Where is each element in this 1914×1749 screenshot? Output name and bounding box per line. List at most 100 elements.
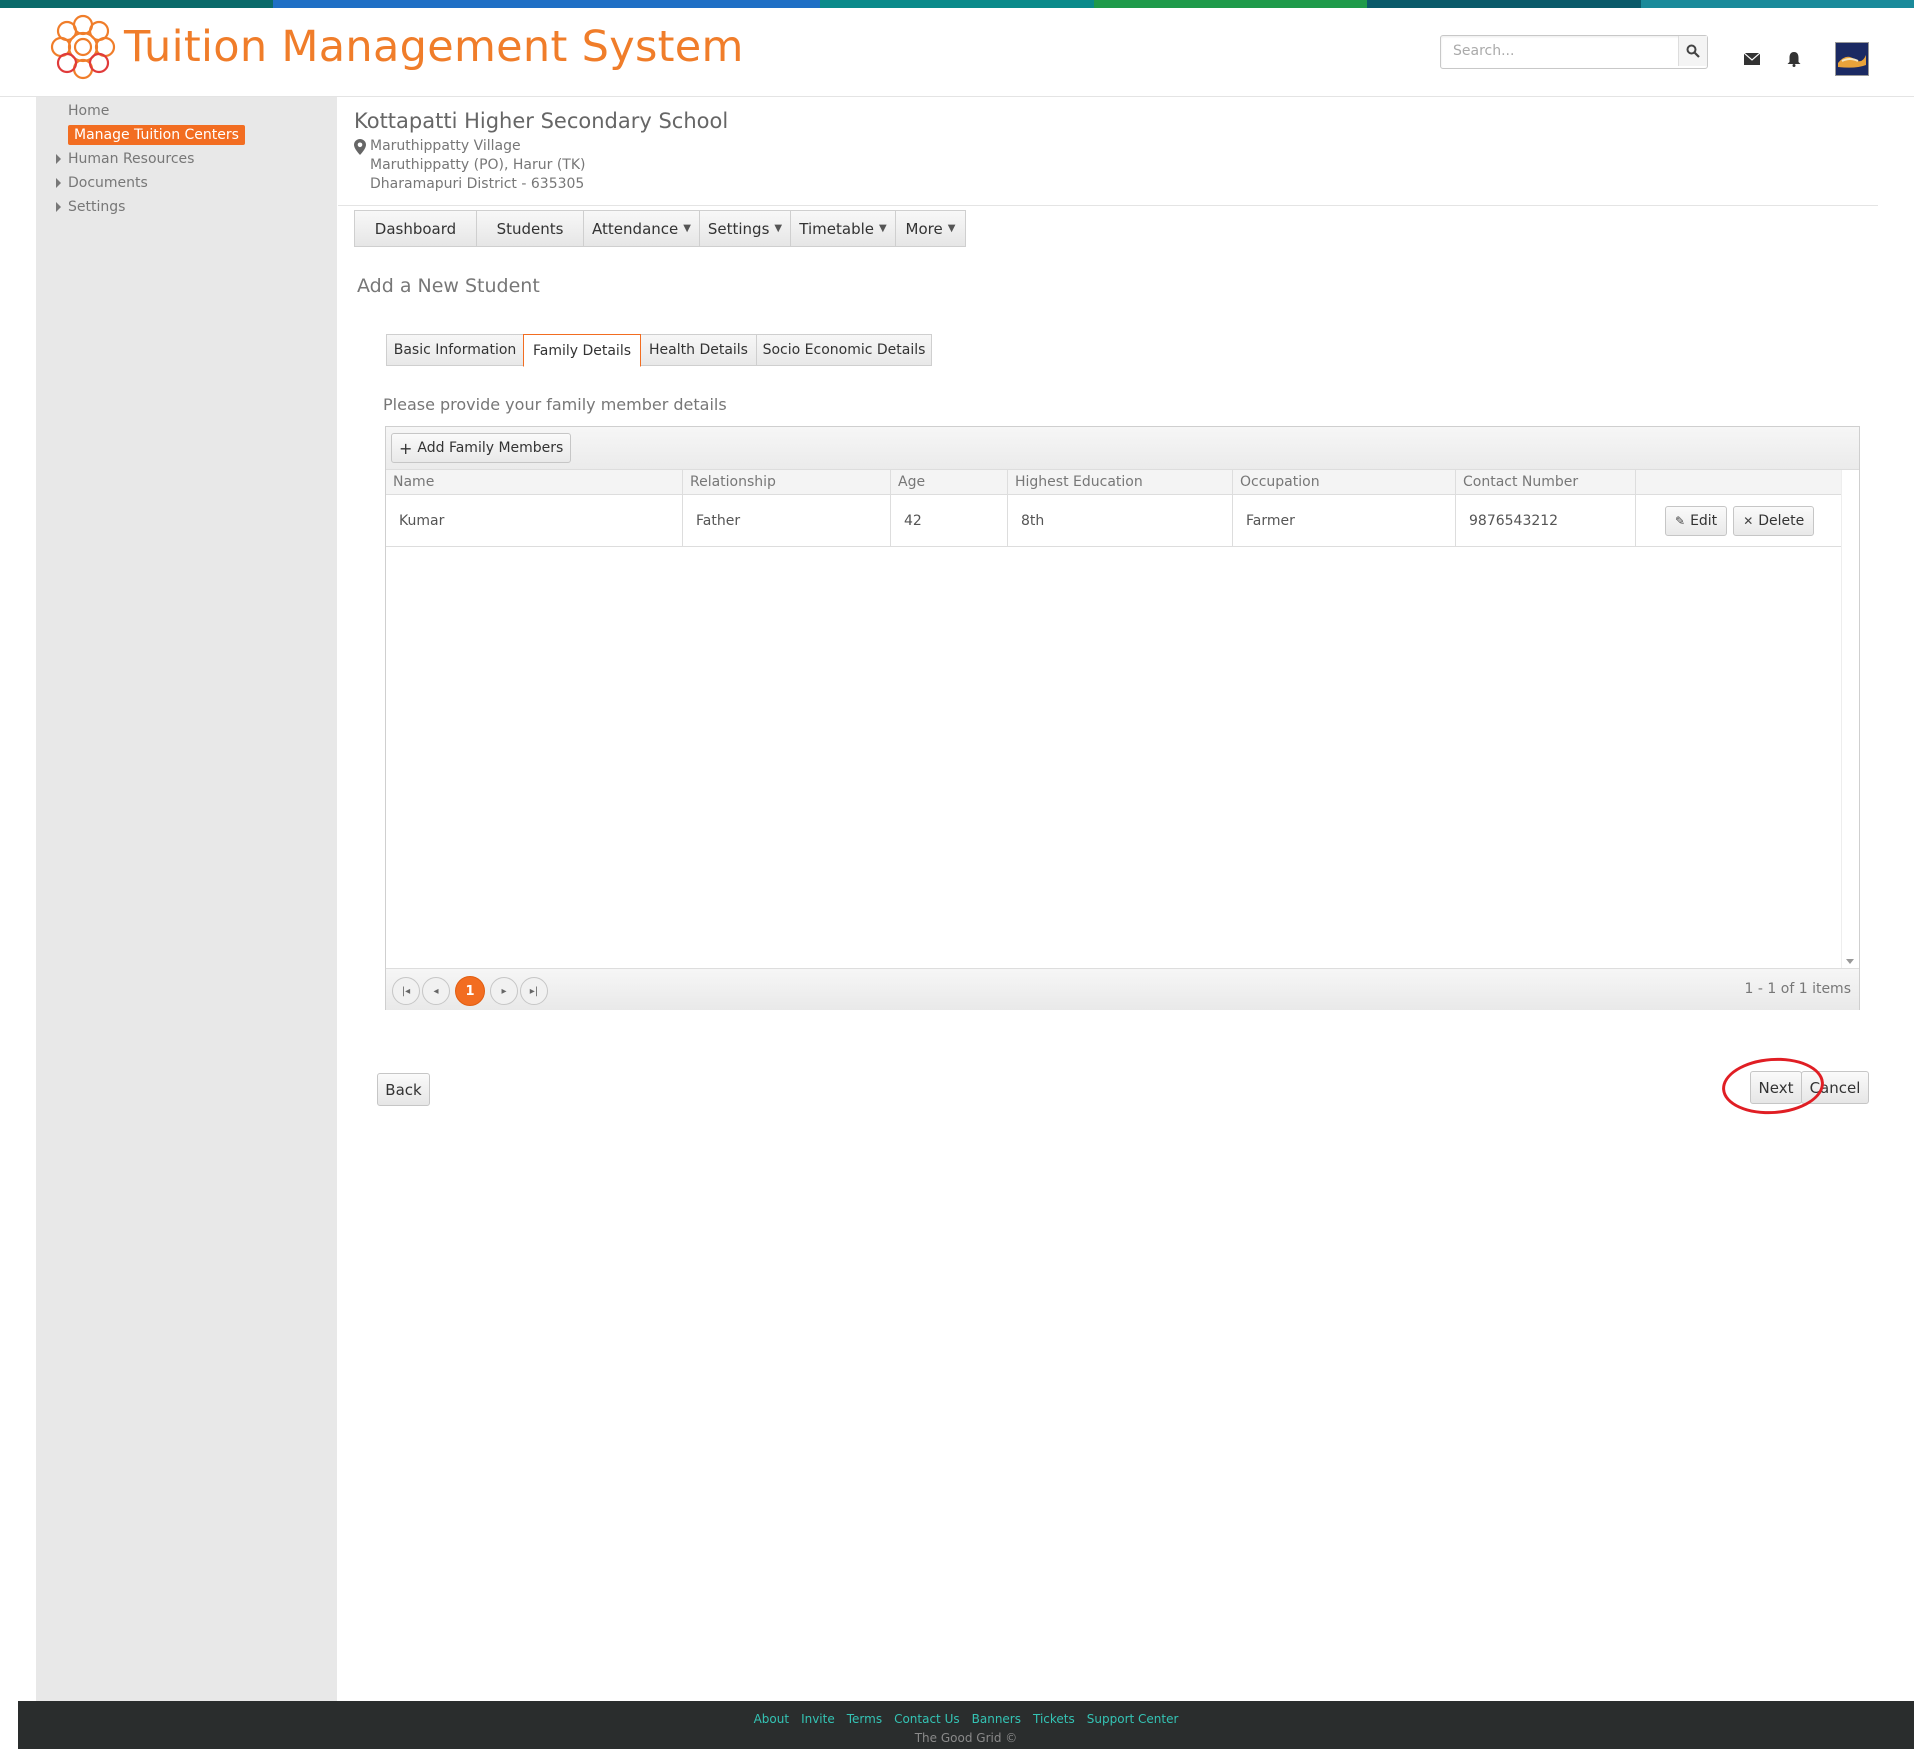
- prev-page-icon: ◂: [433, 985, 439, 997]
- family-members-grid: + Add Family Members Name Relationship A…: [385, 426, 1860, 1010]
- search-button[interactable]: [1678, 36, 1707, 66]
- prev-page-button[interactable]: ◂: [422, 977, 450, 1005]
- flower-logo-icon: [50, 14, 116, 80]
- menu-label: Attendance: [592, 219, 679, 238]
- menu-settings[interactable]: Settings ▼: [700, 211, 791, 246]
- last-page-icon: ▸|: [529, 985, 539, 997]
- menu-more[interactable]: More ▼: [896, 211, 965, 246]
- dropdown-arrow-icon: ▼: [774, 223, 783, 234]
- tab-basic-information[interactable]: Basic Information: [386, 334, 524, 366]
- edit-button[interactable]: ✎ Edit: [1665, 505, 1728, 536]
- footer: About Invite Terms Contact Us Banners Ti…: [18, 1701, 1914, 1749]
- menu-label: Settings: [707, 219, 770, 238]
- menu-timetable[interactable]: Timetable ▼: [791, 211, 896, 246]
- tab-socio-economic-details[interactable]: Socio Economic Details: [756, 334, 932, 366]
- delete-button[interactable]: ✕ Delete: [1733, 505, 1815, 536]
- next-page-icon: ▸: [501, 985, 507, 997]
- cell-occupation: Farmer: [1233, 495, 1456, 546]
- footer-links: About Invite Terms Contact Us Banners Ti…: [18, 1712, 1914, 1726]
- delete-label: Delete: [1758, 512, 1805, 529]
- footer-link-banners[interactable]: Banners: [972, 1712, 1021, 1726]
- column-header-occupation[interactable]: Occupation: [1233, 470, 1456, 494]
- first-page-icon: |◂: [401, 985, 411, 997]
- menu-label: Timetable: [799, 219, 874, 238]
- logo[interactable]: Tuition Management System: [46, 10, 744, 84]
- sidebar: Home Manage Tuition Centers Human Resour…: [36, 97, 337, 1701]
- cell-contact-number: 9876543212: [1456, 495, 1636, 546]
- footer-link-invite[interactable]: Invite: [801, 1712, 835, 1726]
- footer-link-contact-us[interactable]: Contact Us: [894, 1712, 960, 1726]
- column-header-actions: [1636, 470, 1841, 494]
- address-line-2: Maruthippatty (PO), Harur (TK): [370, 157, 586, 173]
- footer-link-tickets[interactable]: Tickets: [1033, 1712, 1075, 1726]
- sidebar-item-label: Documents: [68, 175, 148, 191]
- grid-header: Name Relationship Age Highest Education …: [386, 470, 1841, 495]
- add-family-members-button[interactable]: + Add Family Members: [391, 433, 572, 463]
- sidebar-item-manage-tuition-centers[interactable]: Manage Tuition Centers: [68, 125, 245, 145]
- address-line-3: Dharamapuri District - 635305: [370, 176, 585, 192]
- notifications-button[interactable]: [1783, 48, 1805, 70]
- menu-label: More: [905, 219, 943, 238]
- cell-highest-education: 8th: [1008, 495, 1233, 546]
- grid-toolbar: + Add Family Members: [386, 427, 1859, 470]
- plus-icon: +: [399, 438, 413, 458]
- map-pin-icon: [354, 139, 366, 155]
- footer-copyright: The Good Grid ©: [914, 1731, 1018, 1745]
- add-button-label: Add Family Members: [417, 440, 564, 456]
- dropdown-arrow-icon: ▼: [683, 223, 691, 234]
- last-page-button[interactable]: ▸|: [520, 977, 548, 1005]
- column-header-age[interactable]: Age: [891, 470, 1008, 494]
- address-line-1: Maruthippatty Village: [370, 138, 521, 154]
- sidebar-item-documents[interactable]: Documents: [56, 175, 148, 191]
- grid-pager: |◂ ◂ 1 ▸ ▸| 1 - 1 of 1 items: [386, 968, 1859, 1010]
- user-avatar[interactable]: [1835, 42, 1869, 76]
- section-instructions: Please provide your family member detail…: [383, 395, 727, 414]
- search-icon: [1686, 44, 1700, 58]
- first-page-button[interactable]: |◂: [392, 977, 420, 1005]
- menu-students[interactable]: Students: [477, 211, 584, 246]
- app-header: Tuition Management System: [0, 8, 1914, 97]
- column-header-contact-number[interactable]: Contact Number: [1456, 470, 1636, 494]
- footer-link-terms[interactable]: Terms: [847, 1712, 882, 1726]
- tab-family-details[interactable]: Family Details: [523, 334, 641, 367]
- caret-right-icon: [56, 154, 61, 164]
- sidebar-item-home[interactable]: Home: [68, 103, 109, 119]
- back-button[interactable]: Back: [377, 1073, 430, 1106]
- table-row[interactable]: Kumar Father 42 8th Farmer 9876543212 ✎ …: [386, 495, 1841, 547]
- grid-scrollbar[interactable]: [1841, 470, 1859, 968]
- messages-button[interactable]: [1741, 48, 1763, 70]
- cell-actions: ✎ Edit ✕ Delete: [1636, 495, 1841, 546]
- school-menu: Dashboard Students Attendance ▼ Settings ▼…: [354, 210, 966, 247]
- envelope-icon: [1744, 53, 1760, 65]
- menu-label: Students: [496, 219, 564, 238]
- next-page-button[interactable]: ▸: [490, 977, 518, 1005]
- cell-relationship: Father: [683, 495, 891, 546]
- sidebar-item-label: Settings: [68, 199, 126, 215]
- menu-dashboard[interactable]: Dashboard: [355, 211, 477, 246]
- header-divider: [338, 205, 1878, 206]
- search-input[interactable]: [1441, 36, 1695, 66]
- footer-link-about[interactable]: About: [754, 1712, 789, 1726]
- avatar-image: [1836, 43, 1868, 75]
- edit-label: Edit: [1690, 512, 1718, 529]
- cell-age: 42: [891, 495, 1008, 546]
- sidebar-item-settings[interactable]: Settings: [56, 199, 126, 215]
- sidebar-item-label: Human Resources: [68, 151, 195, 167]
- close-icon: ✕: [1743, 513, 1754, 528]
- column-header-name[interactable]: Name: [386, 470, 683, 494]
- column-header-highest-education[interactable]: Highest Education: [1008, 470, 1233, 494]
- tab-health-details[interactable]: Health Details: [640, 334, 757, 366]
- menu-attendance[interactable]: Attendance ▼: [584, 211, 700, 246]
- dropdown-arrow-icon: ▼: [947, 223, 956, 234]
- footer-link-support-center[interactable]: Support Center: [1087, 1712, 1179, 1726]
- next-button[interactable]: Next: [1750, 1071, 1802, 1104]
- caret-right-icon: [56, 202, 61, 212]
- caret-right-icon: [56, 178, 61, 188]
- top-color-bar: [0, 0, 1914, 8]
- column-header-relationship[interactable]: Relationship: [683, 470, 891, 494]
- student-form-tabs: Basic Information Family Details Health …: [386, 334, 932, 367]
- menu-label: Dashboard: [374, 219, 457, 238]
- cancel-button[interactable]: Cancel: [1801, 1071, 1869, 1104]
- current-page-button[interactable]: 1: [455, 976, 485, 1006]
- sidebar-item-human-resources[interactable]: Human Resources: [56, 151, 195, 167]
